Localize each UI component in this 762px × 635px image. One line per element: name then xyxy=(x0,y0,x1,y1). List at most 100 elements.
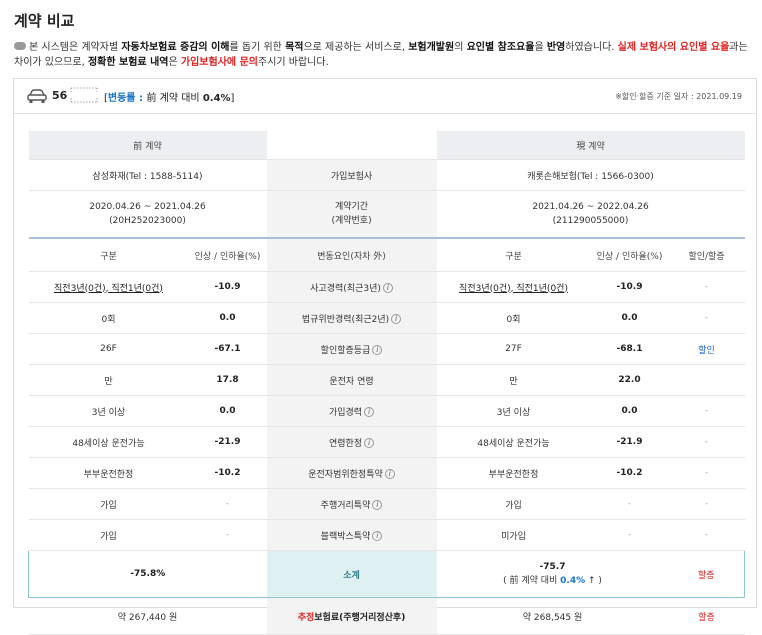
curr-value: 부부운전한정 xyxy=(436,457,591,489)
masked-car-number xyxy=(70,87,98,103)
prev-rate: -10.2 xyxy=(188,457,267,489)
curr-rate: 22.0 xyxy=(590,364,669,396)
discount-status: 할인 xyxy=(668,333,745,365)
period-row: 2020.04.26 ~ 2021.04.26 (20H252023000) 계약… xyxy=(28,190,745,239)
info-icon[interactable]: i xyxy=(364,406,375,417)
factor-label: 할인할증등급 i xyxy=(266,333,437,365)
curr-rate: - xyxy=(590,488,669,520)
curr-period: 2021.04.26 ~ 2022.04.26 (211290055000) xyxy=(436,190,745,239)
curr-rate: -68.1 xyxy=(590,333,669,365)
table-row: 만 17.8 운전자 연령 만 22.0 xyxy=(28,364,745,396)
factor-label: 사고경력(최근3년) i xyxy=(266,271,437,303)
info-icon[interactable]: i xyxy=(391,313,402,324)
prev-value: 만 xyxy=(28,364,189,396)
table-row: 직전3년(0건), 직전1년(0건) -10.9 사고경력(최근3년) i 직전3… xyxy=(28,271,745,303)
table-row: 0회 0.0 법규위반경력(최근2년) i 0회 0.0 - xyxy=(28,302,745,334)
info-icon[interactable]: i xyxy=(384,468,395,479)
col-prev-category: 구분 xyxy=(28,238,189,272)
discount-status xyxy=(668,364,745,396)
prev-value: 가입 xyxy=(28,519,189,551)
prev-value[interactable]: 직전3년(0건), 직전1년(0건) xyxy=(28,271,189,303)
car-icon xyxy=(27,89,47,103)
info-icon[interactable]: i xyxy=(364,437,375,448)
prev-rate: - xyxy=(188,519,267,551)
prev-subtotal: -75.8% xyxy=(27,550,267,598)
col-factor: 변동요인(자차 外) xyxy=(266,238,437,272)
premium-row: 약 267,440 원 추정보험료(주행거리정산후) 약 268,545 원 할… xyxy=(28,597,745,635)
curr-insurer: 캐롯손해보험(Tel : 1566-0300) xyxy=(436,159,745,191)
prev-rate: 17.8 xyxy=(188,364,267,396)
prev-value: 48세이상 운전가능 xyxy=(28,426,189,458)
curr-rate: -10.2 xyxy=(590,457,669,489)
prev-value: 0회 xyxy=(28,302,189,334)
subtotal-label: 소계 xyxy=(266,550,437,598)
discount-status: - xyxy=(668,457,745,489)
curr-value: 가입 xyxy=(436,488,591,520)
premium-discount-status: 할증 xyxy=(668,597,745,635)
table-row: 부부운전한정 -10.2 운전자범위한정특약 i 부부운전한정 -10.2 - xyxy=(28,457,745,489)
insurer-row: 삼성화재(Tel : 1588-5114) 가입보험사 캐롯손해보험(Tel :… xyxy=(28,159,745,191)
contract-header-row: 前 계약 現 계약 xyxy=(28,131,745,160)
info-icon[interactable]: i xyxy=(372,499,383,510)
info-icon[interactable]: i xyxy=(372,344,383,355)
prev-insurer: 삼성화재(Tel : 1588-5114) xyxy=(28,159,267,191)
subtotal-row: -75.8% 소계 -75.7 ( 前 계약 대비 0.4% ↑ ) 할증 xyxy=(27,550,746,598)
period-label: 계약기간 (계약번호) xyxy=(266,190,437,239)
table-row: 3년 이상 0.0 가입경력 i 3년 이상 0.0 - xyxy=(28,395,745,427)
insurer-label: 가입보험사 xyxy=(266,159,437,191)
col-discount: 할인/할증 xyxy=(668,238,745,272)
discount-status: - xyxy=(668,426,745,458)
prev-value: 26F xyxy=(28,333,189,365)
prev-rate: 0.0 xyxy=(188,395,267,427)
curr-rate: -10.9 xyxy=(590,271,669,303)
prev-rate: 0.0 xyxy=(188,302,267,334)
discount-status: - xyxy=(668,519,745,551)
summary-bar: 56 [변동률 : 前 계약 대비 0.4%] ※할인·할증 기준 일자 : 2… xyxy=(14,79,756,114)
page-title: 계약 비교 xyxy=(14,12,75,30)
discount-status: - xyxy=(668,271,745,303)
prev-rate: -10.9 xyxy=(188,271,267,303)
col-curr-category: 구분 xyxy=(436,238,591,272)
curr-rate: - xyxy=(590,519,669,551)
prev-rate: -21.9 xyxy=(188,426,267,458)
prev-value: 부부운전한정 xyxy=(28,457,189,489)
prev-rate: - xyxy=(188,488,267,520)
table-row: 26F -67.1 할인할증등급 i 27F -68.1 할인 xyxy=(28,333,745,365)
curr-contract-header: 現 계약 xyxy=(436,131,745,160)
info-icon[interactable]: i xyxy=(382,282,393,293)
factor-label: 운전자범위한정특약 i xyxy=(266,457,437,489)
comparison-table: 前 계약 現 계약 삼성화재(Tel : 1588-5114) 가입보험사 캐롯… xyxy=(27,131,746,635)
factor-label: 블랙박스특약 i xyxy=(266,519,437,551)
curr-rate: 0.0 xyxy=(590,395,669,427)
prev-contract-header: 前 계약 xyxy=(28,131,267,160)
discount-status: - xyxy=(668,302,745,334)
curr-value[interactable]: 직전3년(0건), 직전1년(0건) xyxy=(436,271,591,303)
factor-label: 가입경력 i xyxy=(266,395,437,427)
curr-value: 미가입 xyxy=(436,519,591,551)
premium-label: 추정보험료(주행거리정산후) xyxy=(266,597,437,635)
table-row: 가입 - 주행거리특약 i 가입 - - xyxy=(28,488,745,520)
basis-date: ※할인·할증 기준 일자 : 2021.09.19 xyxy=(615,92,742,101)
prev-period: 2020.04.26 ~ 2021.04.26 (20H252023000) xyxy=(28,190,267,239)
curr-value: 3년 이상 xyxy=(436,395,591,427)
subtotal-discount-status: 할증 xyxy=(668,550,746,598)
factor-label: 법규위반경력(최근2년) i xyxy=(266,302,437,334)
prev-rate: -67.1 xyxy=(188,333,267,365)
curr-value: 만 xyxy=(436,364,591,396)
car-number: 56 xyxy=(52,89,68,102)
curr-rate: -21.9 xyxy=(590,426,669,458)
discount-status: - xyxy=(668,395,745,427)
prev-value: 가입 xyxy=(28,488,189,520)
table-row: 48세이상 운전가능 -21.9 연령한정 i 48세이상 운전가능 -21.9 … xyxy=(28,426,745,458)
curr-value: 27F xyxy=(436,333,591,365)
curr-subtotal: -75.7 ( 前 계약 대비 0.4% ↑ ) xyxy=(436,550,669,598)
prev-premium: 약 267,440 원 xyxy=(28,597,267,635)
info-icon[interactable]: i xyxy=(372,530,383,541)
col-curr-rate: 인상 / 인하율(%) xyxy=(590,238,669,272)
table-row: 가입 - 블랙박스특약 i 미가입 - - xyxy=(28,519,745,551)
prev-value: 3년 이상 xyxy=(28,395,189,427)
curr-value: 48세이상 운전가능 xyxy=(436,426,591,458)
column-header-row: 구분 인상 / 인하율(%) 변동요인(자차 外) 구분 인상 / 인하율(%)… xyxy=(28,238,745,272)
discount-status: - xyxy=(668,488,745,520)
change-rate: [변동률 : 前 계약 대비 0.4%] xyxy=(104,93,235,104)
